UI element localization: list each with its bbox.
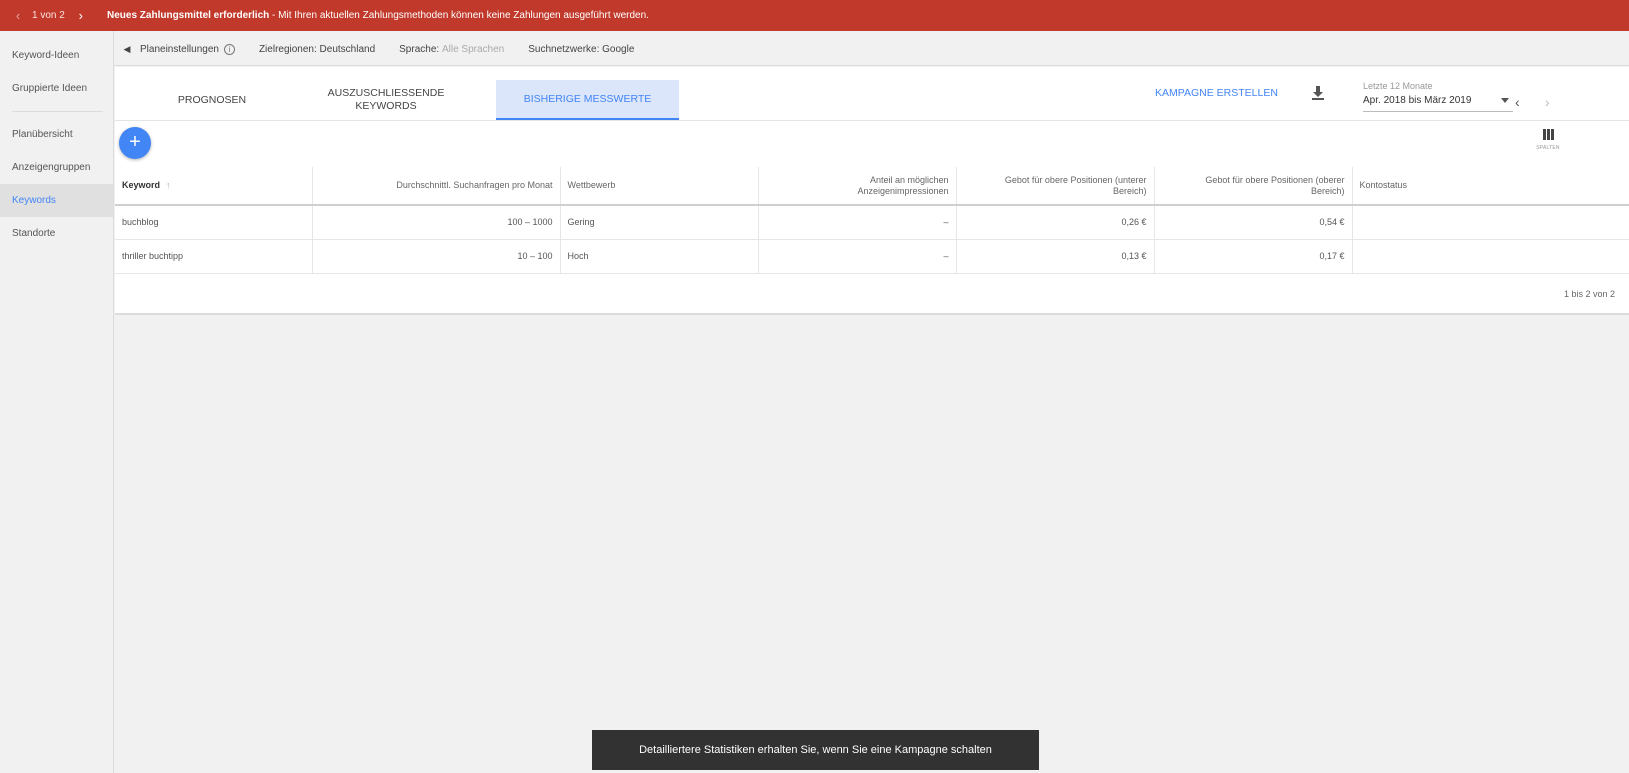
cell-avg-searches: 100 – 1000 (312, 205, 561, 240)
nav-item-keywords[interactable]: Keywords (0, 184, 113, 217)
column-header-impression-share-line1: Anteil an möglichen (869, 174, 949, 185)
language-value: Alle Sprachen (441, 43, 505, 55)
target-regions-setting[interactable]: Zielregionen: Deutschland (259, 44, 375, 55)
column-header-bid-low-line2: Bereich) (1112, 185, 1147, 196)
keywords-panel: PROGNOSEN AUSZUSCHLIEßENDE KEYWORDS BISH… (115, 67, 1629, 315)
language-setting[interactable]: Sprache: Alle Sprachen (399, 44, 504, 55)
tab-bar: PROGNOSEN AUSZUSCHLIEßENDE KEYWORDS BISH… (115, 67, 1629, 121)
payment-alert-banner: ‹ 1 von 2 › Neues Zahlungsmittel erforde… (0, 0, 1629, 31)
cell-keyword: buchblog (115, 205, 313, 240)
language-label: Sprache: (399, 43, 440, 55)
plan-settings-link[interactable]: Planeinstellungen i (140, 43, 235, 55)
tab-forecast[interactable]: PROGNOSEN (137, 80, 287, 120)
plan-settings-bar: ◀ Planeinstellungen i Zielregionen: Deut… (114, 33, 1629, 66)
sort-ascending-icon[interactable]: ↑ (166, 180, 171, 190)
cell-bid-low: 0,26 € (956, 205, 1155, 240)
plan-settings-label: Planeinstellungen (140, 43, 219, 55)
column-header-bid-high-line2: Bereich) (1310, 185, 1345, 196)
tab-negative-keywords[interactable]: AUSZUSCHLIEßENDE KEYWORDS (311, 80, 461, 120)
alert-prev-chevron-icon[interactable]: ‹ (10, 8, 26, 23)
create-campaign-button[interactable]: KAMPAGNE ERSTELLEN (1155, 87, 1278, 99)
cell-competition: Gering (560, 205, 759, 240)
info-snackbar: Detailliertere Statistiken erhalten Sie,… (592, 730, 1039, 770)
cell-bid-high: 0,54 € (1154, 205, 1353, 240)
pagination-summary: 1 bis 2 von 2 (1563, 289, 1615, 299)
date-range-label: Letzte 12 Monate (1363, 81, 1433, 91)
cell-impression-share: – (758, 205, 957, 240)
date-next-chevron-icon[interactable]: › (1545, 94, 1550, 110)
nav-item-ad-groups[interactable]: Anzeigengruppen (0, 151, 113, 184)
nav-item-keyword-ideas[interactable]: Keyword-Ideen (0, 39, 113, 72)
column-header-bid-low[interactable]: Gebot für obere Positionen (unterer Bere… (956, 167, 1155, 206)
column-header-bid-high-line1: Gebot für obere Positionen (oberer (1205, 174, 1345, 185)
snackbar-message: Detailliertere Statistiken erhalten Sie,… (639, 744, 992, 756)
column-header-keyword[interactable]: Keyword ↑ (115, 167, 313, 206)
networks-label: Suchnetzwerke: (528, 43, 600, 55)
table-header-row: Keyword ↑ Durchschnittl. Suchanfragen pro… (115, 167, 1629, 206)
table-row[interactable]: buchblog 100 – 1000 Gering – 0,26 € 0,54… (115, 205, 1629, 240)
cell-keyword: thriller buchtipp (115, 239, 313, 274)
cell-competition: Hoch (560, 239, 759, 274)
date-range-select[interactable]: Apr. 2018 bis März 2019 (1363, 95, 1513, 112)
collapse-nav-arrow-icon[interactable]: ◀ (114, 44, 140, 55)
alert-next-chevron-icon[interactable]: › (73, 8, 89, 23)
column-header-keyword-label: Keyword (122, 180, 161, 190)
dropdown-caret-icon (1501, 98, 1509, 103)
nav-item-locations[interactable]: Standorte (0, 217, 113, 250)
alert-message: Neues Zahlungsmittel erforderlich - Mit … (107, 10, 649, 21)
column-header-account-status[interactable]: Kontostatus (1352, 167, 1629, 206)
cell-account-status (1352, 239, 1629, 274)
alert-text: - Mit Ihren aktuellen Zahlungsmethoden k… (269, 10, 649, 21)
tab-historical-metrics[interactable]: BISHERIGE MESSWERTE (496, 80, 679, 120)
left-navigation: Keyword-Ideen Gruppierte Ideen Planübers… (0, 31, 114, 773)
search-networks-setting[interactable]: Suchnetzwerke: Google (528, 44, 634, 55)
column-header-impression-share-line2: Anzeigenimpressionen (857, 185, 949, 196)
table-row[interactable]: thriller buchtipp 10 – 100 Hoch – 0,13 €… (115, 239, 1629, 274)
columns-button[interactable]: SPALTEN (1533, 129, 1563, 151)
cell-bid-high: 0,17 € (1154, 239, 1353, 274)
columns-icon (1533, 129, 1563, 140)
alert-pager: ‹ 1 von 2 › (0, 8, 107, 23)
add-keyword-button[interactable]: + (119, 127, 151, 159)
cell-bid-low: 0,13 € (956, 239, 1155, 274)
date-range-value: Apr. 2018 bis März 2019 (1363, 95, 1472, 106)
column-header-bid-high[interactable]: Gebot für obere Positionen (oberer Berei… (1154, 167, 1353, 206)
regions-label: Zielregionen: (258, 43, 317, 55)
column-header-competition[interactable]: Wettbewerb (560, 167, 759, 206)
nav-item-plan-overview[interactable]: Planübersicht (0, 118, 113, 151)
alert-counter: 1 von 2 (32, 10, 65, 21)
cell-impression-share: – (758, 239, 957, 274)
networks-value: Google (602, 43, 635, 55)
nav-divider (12, 111, 103, 112)
tab-negative-keywords-line2: KEYWORDS (355, 100, 417, 112)
cell-avg-searches: 10 – 100 (312, 239, 561, 274)
date-prev-chevron-icon[interactable]: ‹ (1515, 94, 1520, 110)
alert-title: Neues Zahlungsmittel erforderlich (107, 10, 270, 21)
column-header-bid-low-line1: Gebot für obere Positionen (unterer (1004, 174, 1147, 185)
columns-label: SPALTEN (1536, 145, 1560, 151)
info-icon[interactable]: i (223, 43, 235, 55)
cell-account-status (1352, 205, 1629, 240)
keywords-table: Keyword ↑ Durchschnittl. Suchanfragen pro… (115, 167, 1629, 274)
nav-item-grouped-ideas[interactable]: Gruppierte Ideen (0, 72, 113, 105)
tab-negative-keywords-line1: AUSZUSCHLIEßENDE (327, 87, 445, 99)
download-icon[interactable] (1311, 85, 1325, 101)
regions-value: Deutschland (319, 43, 376, 55)
column-header-avg-searches[interactable]: Durchschnittl. Suchanfragen pro Monat (312, 167, 561, 206)
column-header-impression-share[interactable]: Anteil an möglichen Anzeigenimpressionen (758, 167, 957, 206)
